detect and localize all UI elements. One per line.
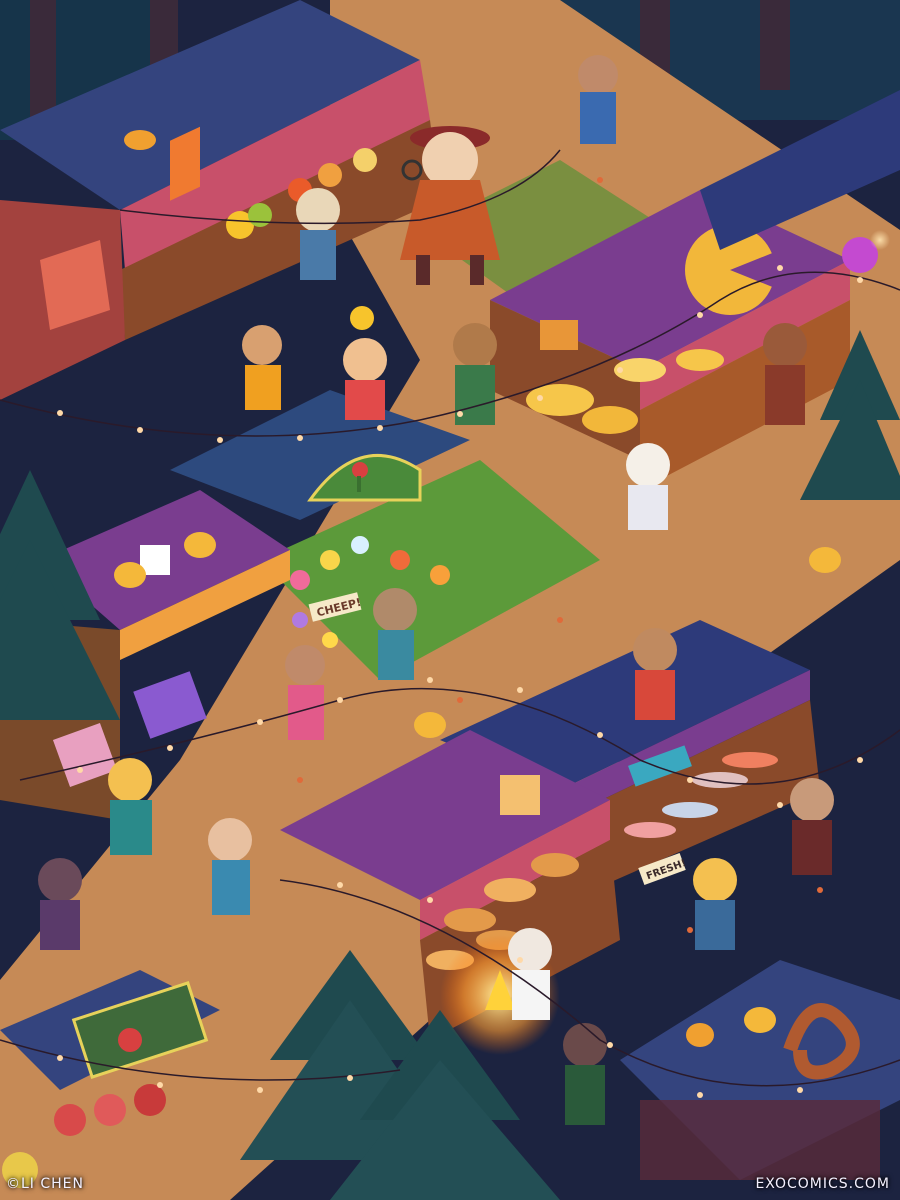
market-illustration: CHEEP! FRESH! ©LI CHEN EXOCOMICS.COM: [0, 0, 900, 1200]
cat-teal-dress: [108, 758, 152, 855]
cat-garden: [373, 588, 417, 680]
cat-yellow: [693, 858, 737, 950]
cat-blue-shirt: [208, 818, 252, 915]
cat-orange-jacket: [242, 325, 282, 410]
cat-bottom-left: [38, 858, 82, 950]
night-market-scene: CHEEP! FRESH!: [0, 0, 900, 1200]
cat-bottom-green: [563, 1023, 607, 1125]
cat-with-balls: [578, 55, 618, 144]
cat-brown-coat: [790, 778, 834, 875]
cat-red-shirt: [633, 628, 677, 720]
cat-white-walker: [626, 443, 670, 530]
cat-shopper-1: [296, 188, 340, 280]
artist-credit: ©LI CHEN: [6, 1176, 84, 1192]
cat-pink-dress: [285, 645, 325, 740]
website-credit: EXOCOMICS.COM: [755, 1176, 890, 1192]
cat-cheese-customer: [763, 323, 807, 425]
cat-traveler: [453, 323, 497, 425]
